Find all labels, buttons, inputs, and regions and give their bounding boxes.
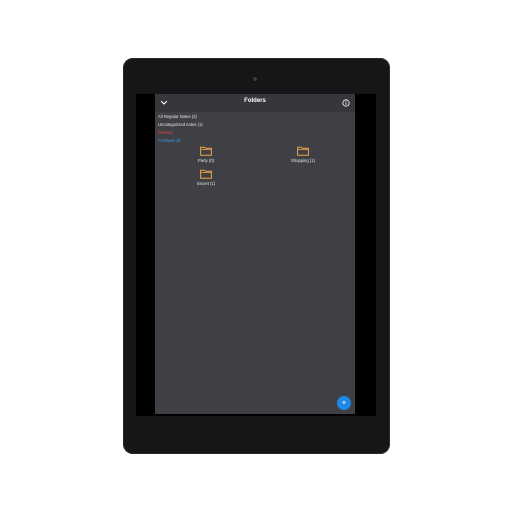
tablet-screen: Folders All Regular Notes (3) Uncategori… [136,94,376,416]
folder-label: Shopping (1) [291,158,315,163]
front-camera [253,77,257,81]
page-title: Folders [244,98,266,104]
folder-icon [200,146,212,156]
deleted-item[interactable]: Deleted [158,129,298,137]
folder-icon [200,169,212,179]
add-folder-button[interactable]: + [337,396,351,410]
info-button[interactable] [340,97,352,109]
notes-category-list: All Regular Notes (3) Uncategorized note… [158,113,298,145]
folder-party[interactable]: Party (0) [181,146,231,163]
tablet-device: Folders All Regular Notes (3) Uncategori… [123,58,390,454]
app-bar: Folders [155,94,355,112]
folder-shopping[interactable]: Shopping (1) [278,146,328,163]
folder-secret[interactable]: Secret (1) [181,169,231,186]
folders-screen: Folders All Regular Notes (3) Uncategori… [155,94,355,414]
folder-icon [297,146,309,156]
folder-label: Party (0) [197,158,215,163]
folder-label: Secret (1) [196,181,216,186]
info-icon [342,99,350,107]
archived-item[interactable]: Archived (2) [158,137,298,145]
uncategorized-notes-item[interactable]: Uncategorized notes (1) [158,121,298,129]
all-regular-notes-item[interactable]: All Regular Notes (3) [158,113,298,121]
